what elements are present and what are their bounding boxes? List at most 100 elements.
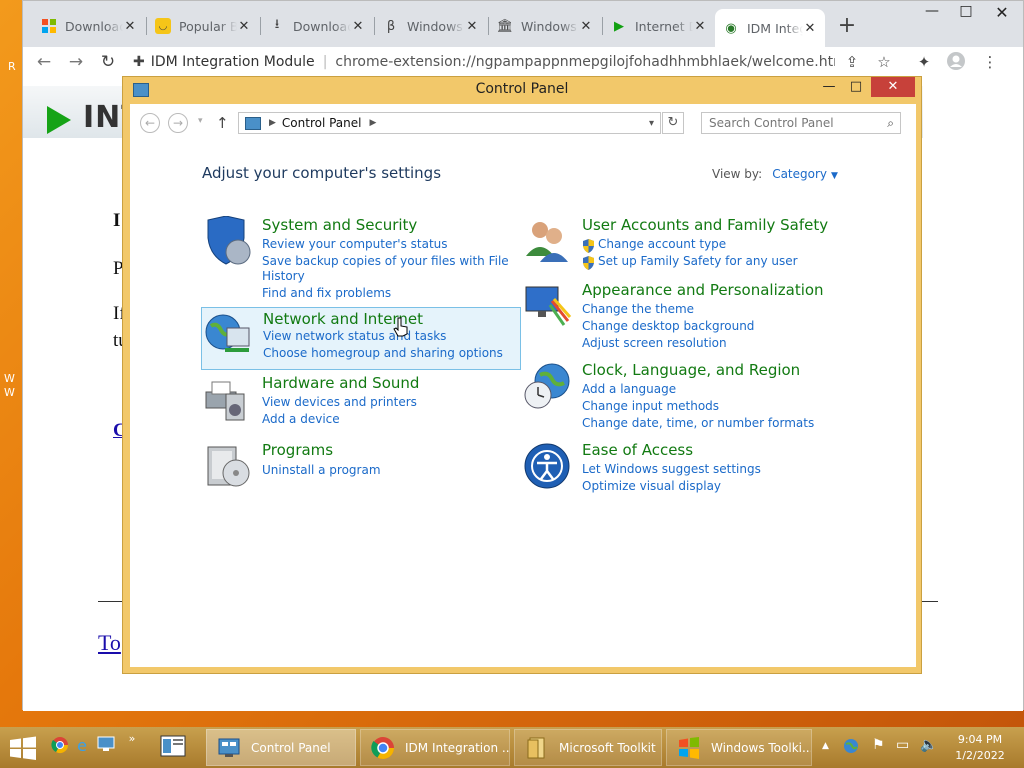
close-icon[interactable]: ✕	[693, 19, 707, 34]
task-link[interactable]: Set up Family Safety for any user	[598, 254, 798, 268]
close-icon[interactable]: ✕	[237, 19, 251, 34]
building-icon: 🏛	[496, 18, 514, 34]
close-window-button[interactable]: ✕	[985, 3, 1019, 25]
category-title[interactable]: Clock, Language, and Region	[582, 361, 800, 379]
close-icon[interactable]: ✕	[123, 19, 137, 34]
task-link[interactable]: Save backup copies of your files with Fi…	[262, 254, 509, 268]
category-title[interactable]: Programs	[262, 441, 333, 459]
breadcrumb[interactable]: Control Panel	[282, 116, 362, 130]
network-globe-icon[interactable]	[842, 737, 860, 759]
site-name: IDM Integration Module	[150, 54, 315, 70]
minimize-button[interactable]: —	[915, 3, 949, 25]
close-icon[interactable]: ✕	[579, 19, 593, 34]
task-link[interactable]: Optimize visual display	[582, 479, 721, 493]
back-button[interactable]: ←	[140, 113, 160, 133]
taskbar-item[interactable]: Control Panel	[206, 729, 356, 766]
task-link[interactable]: Change account type	[598, 237, 726, 251]
task-link[interactable]: Change input methods	[582, 399, 719, 413]
close-icon[interactable]: ✕	[351, 19, 365, 34]
close-icon[interactable]: ✕	[803, 21, 817, 36]
users-icon	[522, 216, 572, 266]
speaker-muted-icon[interactable]: 🔈	[920, 737, 937, 753]
task-link[interactable]: Choose homegroup and sharing options	[263, 346, 503, 360]
task-link[interactable]: Change date, time, or number formats	[582, 416, 814, 430]
refresh-button[interactable]: ↻	[662, 112, 684, 134]
recent-locations-icon[interactable]: ▾	[198, 116, 203, 126]
explorer-window-icon[interactable]	[160, 734, 186, 757]
page-link[interactable]: To	[98, 630, 121, 656]
browser-tab[interactable]: ▶ Internet Download ✕	[603, 11, 715, 41]
view-by-select[interactable]: Category	[772, 167, 827, 181]
share-icon[interactable]: ⇪	[841, 51, 863, 73]
microsoft-icon	[41, 18, 57, 34]
clock[interactable]: 9:04 PM 1/2/2022	[950, 732, 1010, 764]
category-network-internet[interactable]: Network and Internet View network status…	[201, 307, 521, 370]
close-window-button[interactable]: ✕	[871, 77, 915, 97]
browser-tab[interactable]: Downloads ✕	[33, 11, 145, 41]
browser-tab[interactable]: ⭳ Downloads ✕	[261, 11, 373, 41]
desktop-icon[interactable]	[96, 736, 116, 756]
task-link[interactable]: History	[262, 269, 305, 283]
uac-shield-icon	[583, 256, 594, 270]
task-link[interactable]: Change desktop background	[582, 319, 754, 333]
back-button[interactable]: ←	[33, 51, 55, 73]
task-link[interactable]: Add a device	[262, 412, 340, 426]
category-title[interactable]: Ease of Access	[582, 441, 693, 459]
tab-title: Downloads	[293, 18, 351, 34]
category-title[interactable]: Hardware and Sound	[262, 374, 419, 392]
chrome-icon[interactable]	[50, 736, 70, 756]
maximize-button[interactable]: □	[949, 3, 983, 25]
tab-title: Windows 8	[521, 18, 579, 34]
shield-icon	[202, 215, 252, 266]
task-link[interactable]: Find and fix problems	[262, 286, 391, 300]
category-title[interactable]: System and Security	[262, 216, 417, 234]
category-title[interactable]: Appearance and Personalization	[582, 281, 824, 299]
task-link[interactable]: Let Windows suggest settings	[582, 462, 761, 476]
category-programs: Programs Uninstall a program	[202, 441, 502, 501]
task-link[interactable]: View devices and printers	[262, 395, 417, 409]
profile-icon[interactable]	[945, 51, 967, 73]
taskbar-item[interactable]: IDM Integration ...	[360, 729, 510, 766]
url-text: chrome-extension://ngpampappnmepgilojfoh…	[335, 54, 835, 70]
reload-button[interactable]: ↻	[97, 51, 119, 73]
chevron-right-icon[interactable]: »	[122, 732, 142, 752]
maximize-button[interactable]: □	[845, 77, 867, 97]
desktop-fragment: W	[4, 372, 15, 385]
task-link[interactable]: Change the theme	[582, 302, 694, 316]
ease-of-access-icon	[522, 441, 572, 491]
windows-start-icon[interactable]	[8, 736, 40, 760]
address-bar[interactable]: ✚ IDM Integration Module | chrome-extens…	[133, 48, 873, 76]
star-icon[interactable]: ☆	[873, 51, 895, 73]
puzzle-icon[interactable]: ✦	[913, 51, 935, 73]
menu-icon[interactable]: ⋮	[979, 51, 1001, 73]
up-button[interactable]: ↑	[216, 114, 229, 132]
category-title[interactable]: User Accounts and Family Safety	[582, 216, 828, 234]
folder-icon	[527, 737, 545, 758]
browser-tab[interactable]: β Windows 8 ✕	[375, 11, 487, 41]
forward-button[interactable]: →	[168, 113, 188, 133]
internet-explorer-icon[interactable]: e	[72, 736, 92, 756]
desktop-fragment: W	[4, 386, 15, 399]
task-link[interactable]: View network status and tasks	[263, 329, 446, 343]
network-icon[interactable]: ▭	[896, 737, 909, 753]
task-link[interactable]: Uninstall a program	[262, 463, 381, 477]
new-tab-button[interactable]: +	[835, 15, 859, 37]
search-input[interactable]: Search Control Panel ⌕	[701, 112, 901, 134]
browser-tab[interactable]: ◡ Popular Browsers ✕	[147, 11, 259, 41]
download-icon: ⭳	[274, 17, 280, 32]
browser-tab-active[interactable]: ◉ IDM Integration ✕	[715, 9, 825, 47]
address-bar[interactable]: ▶ Control Panel ▶ ▾	[238, 112, 661, 134]
chevron-down-icon[interactable]: ▼	[831, 171, 838, 181]
task-link[interactable]: Review your computer's status	[262, 237, 448, 251]
task-link[interactable]: Adjust screen resolution	[582, 336, 727, 350]
close-icon[interactable]: ✕	[465, 19, 479, 34]
chevron-up-icon[interactable]: ▲	[822, 741, 829, 751]
minimize-button[interactable]: —	[819, 77, 839, 97]
task-link[interactable]: Add a language	[582, 382, 676, 396]
flag-icon[interactable]: ⚑	[872, 737, 885, 753]
taskbar-item[interactable]: Microsoft Toolkit	[514, 729, 662, 766]
browser-tab[interactable]: 🏛 Windows 8 ✕	[489, 11, 601, 41]
forward-button[interactable]: →	[65, 51, 87, 73]
taskbar-item[interactable]: Windows Toolki...	[666, 729, 812, 766]
chevron-down-icon[interactable]: ▾	[649, 118, 654, 129]
